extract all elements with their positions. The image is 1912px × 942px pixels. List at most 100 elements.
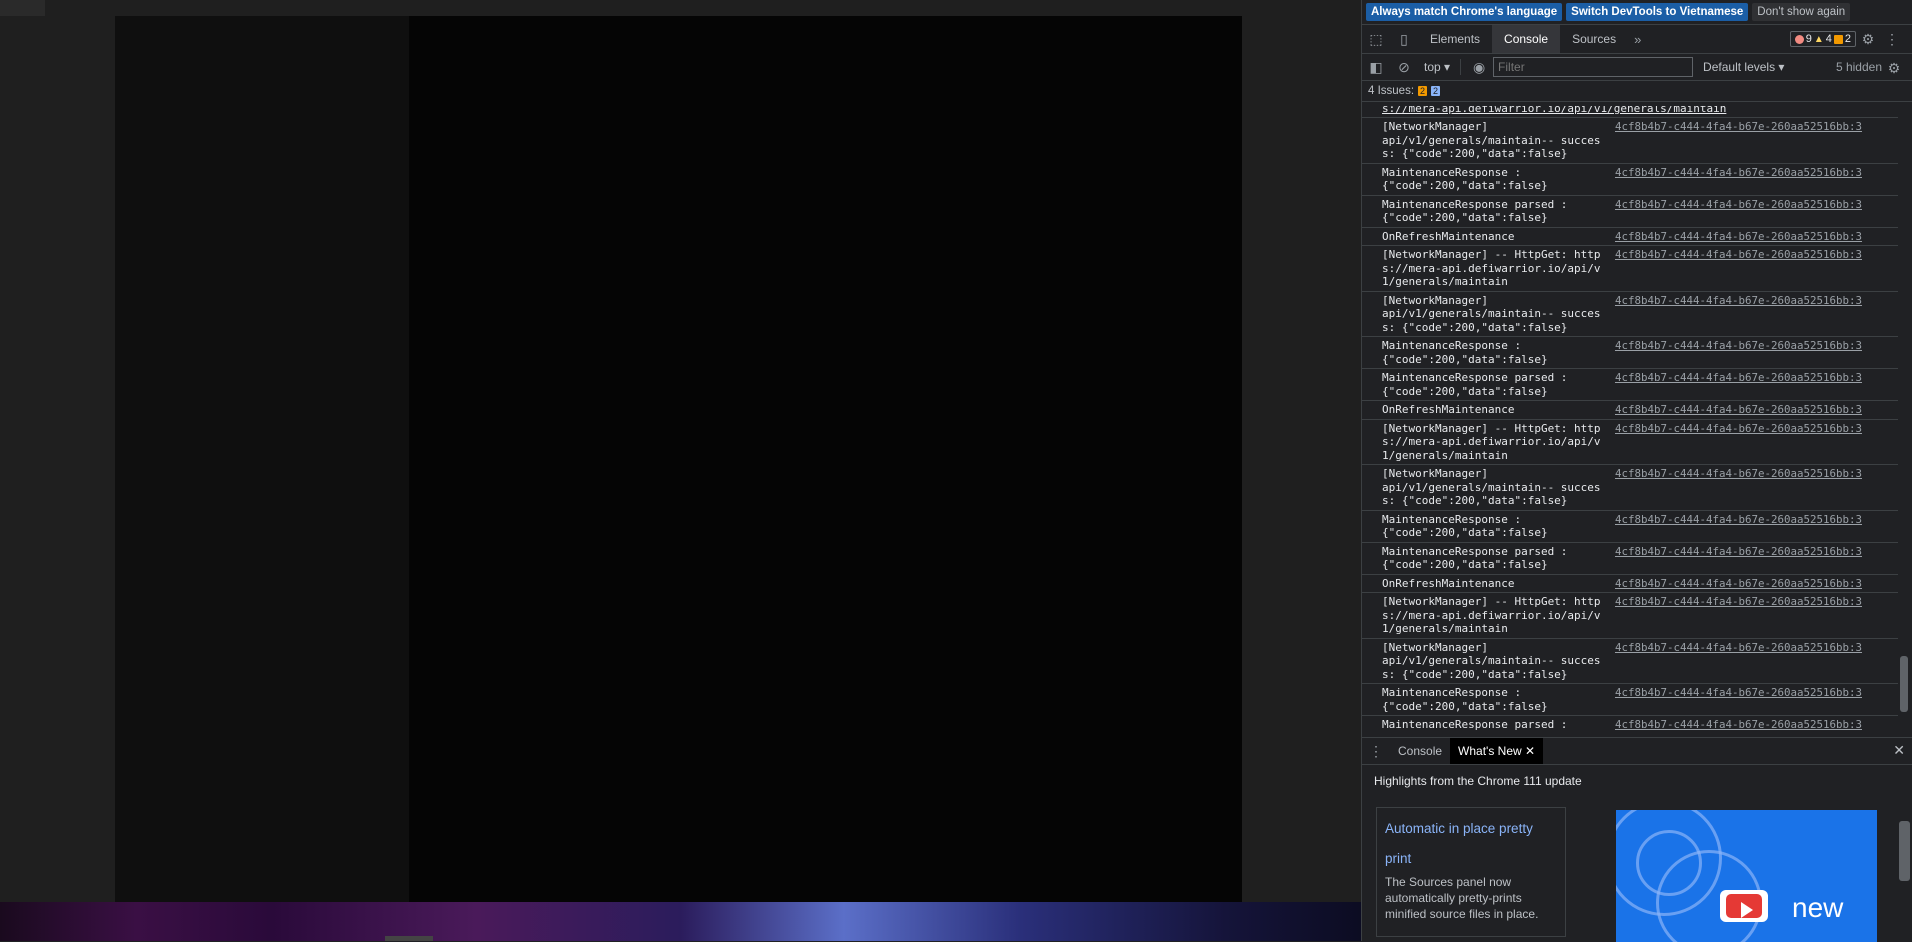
console-message: MaintenanceResponse : {"code":200,"data"…: [1382, 512, 1548, 540]
drawer-tab-whats-new[interactable]: What's New ✕: [1450, 738, 1544, 764]
feature-card[interactable]: Automatic in place pretty print The Sour…: [1376, 807, 1566, 937]
console-row: OnRefreshMaintenance 4cf8b4b7-c444-4fa4-b…: [1362, 575, 1898, 593]
console-message: [NetworkManager] api/v1/generals/maintai…: [1382, 467, 1601, 507]
context-value: top: [1424, 60, 1441, 74]
drawer-scrollbar[interactable]: [1899, 821, 1910, 881]
clear-console-icon[interactable]: ⊘: [1390, 53, 1418, 81]
drawer-menu-icon[interactable]: ⋮: [1362, 737, 1390, 765]
console-message: MaintenanceResponse : {"code":200,"data"…: [1382, 165, 1548, 193]
console-source-link[interactable]: 4cf8b4b7-c444-4fa4-b67e-260aa52516bb:3: [1612, 166, 1862, 193]
console-source-link[interactable]: 4cf8b4b7-c444-4fa4-b67e-260aa52516bb:3: [1612, 403, 1862, 417]
warning-issues-badge: 2: [1418, 86, 1428, 96]
console-source-link[interactable]: 4cf8b4b7-c444-4fa4-b67e-260aa52516bb:3: [1612, 248, 1862, 289]
console-row: MaintenanceResponse parsed : {"code":200…: [1362, 369, 1898, 401]
error-icon: [1794, 34, 1804, 44]
console-message: MaintenanceResponse parsed : {"code":200…: [1382, 718, 1568, 730]
filter-input[interactable]: [1493, 57, 1694, 77]
console-message: [NetworkManager] api/v1/generals/maintai…: [1382, 120, 1601, 160]
console-source-link[interactable]: 4cf8b4b7-c444-4fa4-b67e-260aa52516bb:3: [1612, 339, 1862, 366]
tab-elements[interactable]: Elements: [1418, 25, 1492, 53]
console-row: [NetworkManager] api/v1/generals/maintai…: [1362, 118, 1898, 164]
console-source-link[interactable]: 4cf8b4b7-c444-4fa4-b67e-260aa52516bb:3: [1612, 513, 1862, 540]
close-drawer-icon[interactable]: ✕: [1893, 742, 1905, 759]
console-row: [NetworkManager] api/v1/generals/maintai…: [1362, 292, 1898, 337]
issue-count: 2: [1844, 33, 1851, 45]
console-source-link[interactable]: 4cf8b4b7-c444-4fa4-b67e-260aa52516bb:3: [1612, 641, 1862, 682]
console-row: [NetworkManager] -- HttpGet: https://mer…: [1362, 420, 1898, 465]
console-message: OnRefreshMaintenance: [1382, 403, 1515, 416]
console-scrollbar[interactable]: [1899, 106, 1909, 730]
drawer-tab-label: What's New: [1458, 744, 1522, 758]
info-issues-badge: 2: [1431, 86, 1441, 96]
console-messages[interactable]: s://mera-api.defiwarrior.io/api/v1/gener…: [1362, 106, 1898, 730]
page-horizontal-scrollbar[interactable]: [385, 936, 433, 941]
console-source-link[interactable]: 4cf8b4b7-c444-4fa4-b67e-260aa52516bb:3: [1612, 595, 1862, 636]
console-message: MaintenanceResponse parsed : {"code":200…: [1382, 197, 1568, 225]
console-row: OnRefreshMaintenance 4cf8b4b7-c444-4fa4-b…: [1362, 401, 1898, 420]
dont-show-again-button[interactable]: Don't show again: [1752, 3, 1851, 21]
context-selector[interactable]: top ▾: [1418, 60, 1456, 74]
issue-icon: [1833, 34, 1843, 44]
console-scroll-thumb[interactable]: [1900, 656, 1908, 712]
console-source-link[interactable]: 4cf8b4b7-c444-4fa4-b67e-260aa52516bb:3: [1612, 718, 1862, 730]
levels-label: Default levels: [1703, 60, 1776, 74]
console-source-link[interactable]: 4cf8b4b7-c444-4fa4-b67e-260aa52516bb:3: [1612, 371, 1862, 398]
console-row: MaintenanceResponse : {"code":200,"data"…: [1362, 684, 1898, 716]
console-message: OnRefreshMaintenance: [1382, 576, 1515, 590]
console-message: MaintenanceResponse parsed : {"code":200…: [1382, 371, 1568, 398]
console-source-link[interactable]: 4cf8b4b7-c444-4fa4-b67e-260aa52516bb:3: [1612, 294, 1862, 335]
main-tabbar: ⬚ ▯ Elements Console Sources » 9 ▲ 4 2 ⚙ …: [1362, 25, 1912, 54]
tab-sources[interactable]: Sources: [1560, 25, 1628, 53]
tab-close-icon[interactable]: ✕: [1525, 744, 1535, 758]
console-row: [NetworkManager] api/v1/generals/maintai…: [1362, 639, 1898, 684]
issues-bar[interactable]: 4 Issues: 2 2: [1362, 81, 1912, 102]
warning-count: 4: [1825, 33, 1832, 45]
console-message[interactable]: s://mera-api.defiwarrior.io/api/v1/gener…: [1382, 106, 1862, 115]
hidden-messages-count: 5 hidden: [1835, 60, 1882, 74]
more-tabs-icon[interactable]: »: [1628, 32, 1647, 47]
console-row: [NetworkManager] -- HttpGet: https://mer…: [1362, 593, 1898, 639]
console-row: MaintenanceResponse parsed : {"code":200…: [1362, 716, 1898, 730]
console-source-link[interactable]: 4cf8b4b7-c444-4fa4-b67e-260aa52516bb:3: [1612, 198, 1862, 225]
whats-new-video-thumbnail[interactable]: new: [1616, 810, 1877, 942]
console-settings-icon[interactable]: ⚙: [1880, 54, 1908, 82]
console-row: MaintenanceResponse : {"code":200,"data"…: [1362, 164, 1898, 196]
console-message: [NetworkManager] api/v1/generals/maintai…: [1382, 293, 1601, 334]
game-left-panel: [115, 16, 409, 902]
console-source-link[interactable]: 4cf8b4b7-c444-4fa4-b67e-260aa52516bb:3: [1612, 230, 1862, 244]
sidebar-toggle-icon[interactable]: ◧: [1362, 53, 1390, 81]
toolbar-divider: [1460, 59, 1462, 75]
devtools-panel: Always match Chrome's language Switch De…: [1361, 0, 1912, 942]
feature-card-body: The Sources panel now automatically pret…: [1385, 875, 1539, 921]
console-source-link[interactable]: 4cf8b4b7-c444-4fa4-b67e-260aa52516bb:3: [1612, 577, 1862, 591]
console-source-link[interactable]: 4cf8b4b7-c444-4fa4-b67e-260aa52516bb:3: [1612, 545, 1862, 572]
warning-icon: ▲: [1813, 33, 1824, 45]
console-message: OnRefreshMaintenance: [1382, 229, 1515, 243]
issue-counters[interactable]: 9 ▲ 4 2: [1789, 31, 1856, 47]
inspect-element-icon[interactable]: ⬚: [1362, 25, 1390, 53]
console-message: [NetworkManager] -- HttpGet: https://mer…: [1382, 248, 1601, 288]
issues-label: 4 Issues:: [1368, 85, 1415, 97]
log-levels-dropdown[interactable]: Default levels ▾: [1703, 60, 1784, 74]
switch-language-button[interactable]: Switch DevTools to Vietnamese: [1566, 3, 1749, 21]
bottom-banner-image: [0, 902, 1361, 941]
game-canvas[interactable]: [115, 16, 1242, 902]
live-expression-eye-icon[interactable]: ◉: [1465, 53, 1493, 81]
drawer-tab-console[interactable]: Console: [1390, 738, 1450, 764]
more-options-icon[interactable]: ⋮: [1878, 25, 1906, 53]
feature-card-title[interactable]: Automatic in place pretty print: [1385, 814, 1557, 874]
console-message: [NetworkManager] -- HttpGet: https://mer…: [1382, 595, 1601, 635]
console-source-link[interactable]: 4cf8b4b7-c444-4fa4-b67e-260aa52516bb:3: [1612, 467, 1862, 508]
console-source-link[interactable]: 4cf8b4b7-c444-4fa4-b67e-260aa52516bb:3: [1612, 120, 1862, 161]
console-source-link[interactable]: 4cf8b4b7-c444-4fa4-b67e-260aa52516bb:3: [1612, 686, 1862, 713]
console-message: MaintenanceResponse parsed : {"code":200…: [1382, 544, 1568, 572]
console-row: OnRefreshMaintenance 4cf8b4b7-c444-4fa4-b…: [1362, 228, 1898, 246]
console-row: MaintenanceResponse parsed : {"code":200…: [1362, 543, 1898, 575]
console-row: MaintenanceResponse : {"code":200,"data"…: [1362, 337, 1898, 369]
match-language-button[interactable]: Always match Chrome's language: [1366, 3, 1563, 21]
console-source-link[interactable]: 4cf8b4b7-c444-4fa4-b67e-260aa52516bb:3: [1612, 422, 1862, 463]
console-row: MaintenanceResponse : {"code":200,"data"…: [1362, 511, 1898, 543]
device-toolbar-icon[interactable]: ▯: [1390, 25, 1418, 53]
drawer: ⋮ Console What's New ✕ ✕ Highlights from…: [1362, 737, 1912, 942]
tab-console[interactable]: Console: [1492, 25, 1561, 53]
